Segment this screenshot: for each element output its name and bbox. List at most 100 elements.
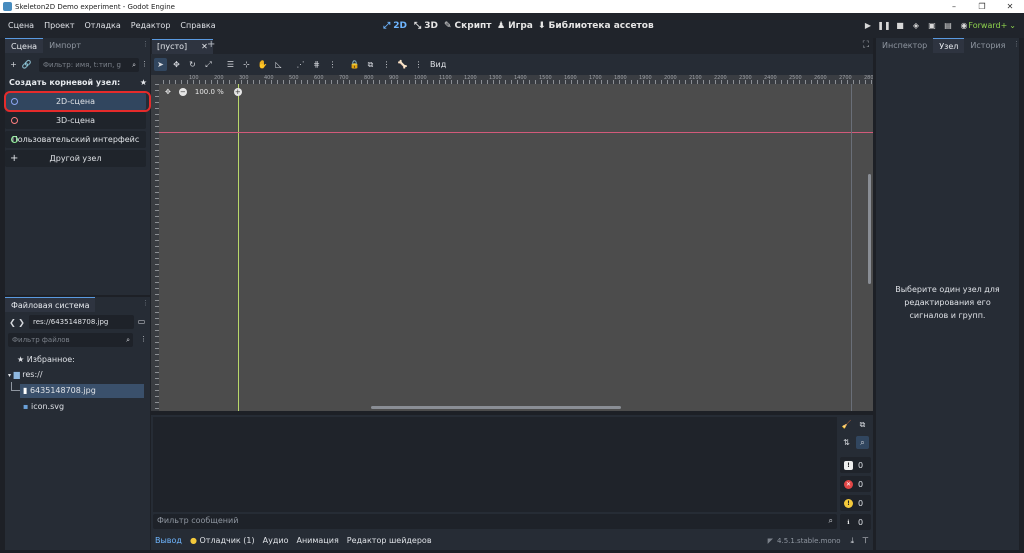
error-count-toggle[interactable]: ! 0 <box>840 457 871 473</box>
workspace-script-button[interactable]: ✎ Скрипт <box>444 13 491 38</box>
zoom-reset-button[interactable]: 100.0 % <box>195 88 224 96</box>
canvas-toolbar: ➤ ✥ ↻ ⤢ ☰ ⊹ ✋ ◺ ⋰ ⋕ ⋮ 🔒 ⧉ ⋮ 🦴 ⋮ Вид <box>151 54 873 75</box>
favorites-row[interactable]: ★ Избранное: <box>17 353 75 367</box>
dock-menu-icon[interactable]: ⋮ <box>142 40 149 48</box>
lock-icon[interactable]: 🔒 <box>348 58 361 71</box>
zoom-in-icon[interactable]: + <box>233 88 242 96</box>
tab-shader-editor[interactable]: Редактор шейдеров <box>343 536 436 545</box>
skeleton-options-icon[interactable]: ⋮ <box>380 58 393 71</box>
tab-scene[interactable]: Сцена <box>5 38 44 53</box>
workspace-game-button[interactable]: ♟ Игра <box>497 13 533 38</box>
favorites-star-icon[interactable]: ★ <box>140 78 147 87</box>
pan-tool-icon[interactable]: ✋ <box>256 58 269 71</box>
ruler-tick-label: 400 <box>264 75 274 81</box>
scene-tab-empty[interactable]: [пусто] ✕ <box>152 39 213 54</box>
tab-import[interactable]: Импорт <box>43 38 87 53</box>
bone-icon[interactable]: 🦴 <box>396 58 409 71</box>
menu-scene[interactable]: Сцена <box>3 21 39 30</box>
x-axis-line <box>151 132 873 133</box>
add-scene-tab-icon[interactable]: + <box>207 39 215 50</box>
menu-editor[interactable]: Редактор <box>126 21 176 30</box>
update-spinner-icon[interactable]: ◤ <box>768 537 773 545</box>
back-icon[interactable]: ❮ <box>8 316 17 329</box>
smart-snap-icon[interactable]: ⋰ <box>294 58 307 71</box>
tab-filesystem[interactable]: Файловая система <box>5 297 96 312</box>
add-node-icon[interactable]: + <box>7 58 20 71</box>
pause-icon[interactable]: ❚❚ <box>876 21 892 30</box>
message-filter-input[interactable]: Фильтр сообщений ⌕ <box>153 514 837 529</box>
toolbar-options-icon[interactable]: ⋮ <box>412 58 425 71</box>
move-cursor-icon[interactable]: ✥ <box>165 88 171 96</box>
menu-project[interactable]: Проект <box>39 21 79 30</box>
select-tool-icon[interactable]: ➤ <box>154 58 167 71</box>
filesystem-menu-icon[interactable]: ⋮ <box>142 299 149 307</box>
play-icon[interactable]: ▶ <box>860 21 876 30</box>
copy-output-icon[interactable]: ⧉ <box>856 418 869 431</box>
pin-panel-icon[interactable]: ⤓ <box>850 536 854 546</box>
tab-output[interactable]: Вывод <box>151 536 186 545</box>
file-row-svg[interactable]: ▪ icon.svg <box>23 400 64 414</box>
minimize-button[interactable]: – <box>940 2 968 11</box>
canvas-area[interactable] <box>151 84 873 411</box>
rotate-tool-icon[interactable]: ↻ <box>186 58 199 71</box>
remote-debug-icon[interactable]: ◈ <box>908 21 924 30</box>
grid-snap-icon[interactable]: ⋕ <box>310 58 323 71</box>
node-ui-button[interactable]: Пользовательский интерфейс <box>5 131 146 148</box>
zoom-out-icon[interactable]: − <box>178 88 187 96</box>
vertical-scrollbar[interactable] <box>868 174 871 284</box>
toggle-search-icon[interactable]: ⇅ <box>840 436 853 449</box>
instance-scene-icon[interactable]: 🔗 <box>20 58 33 71</box>
path-input[interactable]: res://6435148708.jpg <box>29 315 134 329</box>
scene-options-icon[interactable]: ⋮ <box>141 60 148 68</box>
file-filter-input[interactable]: Фильтр файлов ⌕ <box>8 333 133 347</box>
move-tool-icon[interactable]: ✥ <box>170 58 183 71</box>
version-label[interactable]: 4.5.1.stable.mono <box>777 537 840 545</box>
scene-filter-input[interactable]: Фильтр: имя, t:тип, g ⌕ <box>39 58 139 72</box>
forward-icon[interactable]: ❯ <box>17 316 26 329</box>
distraction-free-icon[interactable]: ⛶ <box>863 40 869 50</box>
expand-panel-icon[interactable]: ⊤ <box>862 536 869 545</box>
workspace-assetlib-button[interactable]: ⬇ Библиотека ассетов <box>538 13 654 38</box>
ruler-tool-icon[interactable]: ◺ <box>272 58 285 71</box>
maximize-button[interactable]: ❐ <box>968 2 996 11</box>
y-axis-line <box>238 84 239 411</box>
group-icon[interactable]: ⧉ <box>364 58 377 71</box>
clear-output-icon[interactable]: 🧹 <box>840 418 853 431</box>
tab-audio[interactable]: Аудио <box>259 536 293 545</box>
play-scene-icon[interactable]: ▣ <box>924 21 940 30</box>
file-options-icon[interactable]: ⋮ <box>140 335 147 343</box>
menu-help[interactable]: Справка <box>175 21 220 30</box>
horizontal-ruler[interactable]: 100 200 300 400 500 600 700 800 900 1000 1100 1200 1… <box>151 75 873 84</box>
workspace-2d-button[interactable]: ⤢ 2D <box>383 13 407 38</box>
info-filter-toggle[interactable]: ℹ0 <box>840 514 871 530</box>
horizontal-scrollbar[interactable] <box>371 406 621 409</box>
tab-history[interactable]: История <box>964 38 1011 53</box>
tab-animation[interactable]: Анимация <box>292 536 342 545</box>
pivot-tool-icon[interactable]: ⊹ <box>240 58 253 71</box>
node-3d-scene-button[interactable]: 3D-сцена <box>5 112 146 129</box>
close-window-button[interactable]: ✕ <box>996 2 1024 11</box>
right-dock-menu-icon[interactable]: ⋮ <box>1013 40 1020 48</box>
tab-inspector[interactable]: Инспектор <box>876 38 933 53</box>
res-root-row[interactable]: ▾ ▆ res:// <box>8 368 43 382</box>
ruler-tick-label: 700 <box>339 75 349 81</box>
selectable-list-icon[interactable]: ☰ <box>224 58 237 71</box>
errors-filter-toggle[interactable]: ✕ 0 <box>840 476 871 492</box>
file-row-jpg[interactable]: ▮ 6435148708.jpg <box>20 384 144 398</box>
warnings-filter-toggle[interactable]: ! 0 <box>840 495 871 511</box>
view-menu-button[interactable]: Вид <box>425 60 451 69</box>
split-view-icon[interactable]: ▭ <box>135 315 148 328</box>
tab-node[interactable]: Узел <box>933 38 965 53</box>
vertical-ruler[interactable] <box>151 84 159 411</box>
search-icon[interactable]: ⌕ <box>856 436 869 449</box>
scale-tool-icon[interactable]: ⤢ <box>202 58 215 71</box>
snap-options-icon[interactable]: ⋮ <box>326 58 339 71</box>
workspace-3d-button[interactable]: ⤡ 3D <box>414 13 438 38</box>
tab-debugger[interactable]: ● Отладчик (1) <box>186 536 259 545</box>
stop-icon[interactable]: ■ <box>892 21 908 30</box>
renderer-select[interactable]: Forward+ ⌄ <box>968 13 1016 38</box>
output-log[interactable] <box>153 417 837 512</box>
node-other-button[interactable]: + Другой узел <box>5 150 146 167</box>
menu-debug[interactable]: Отладка <box>80 21 126 30</box>
play-custom-icon[interactable]: ▤ <box>940 21 956 30</box>
